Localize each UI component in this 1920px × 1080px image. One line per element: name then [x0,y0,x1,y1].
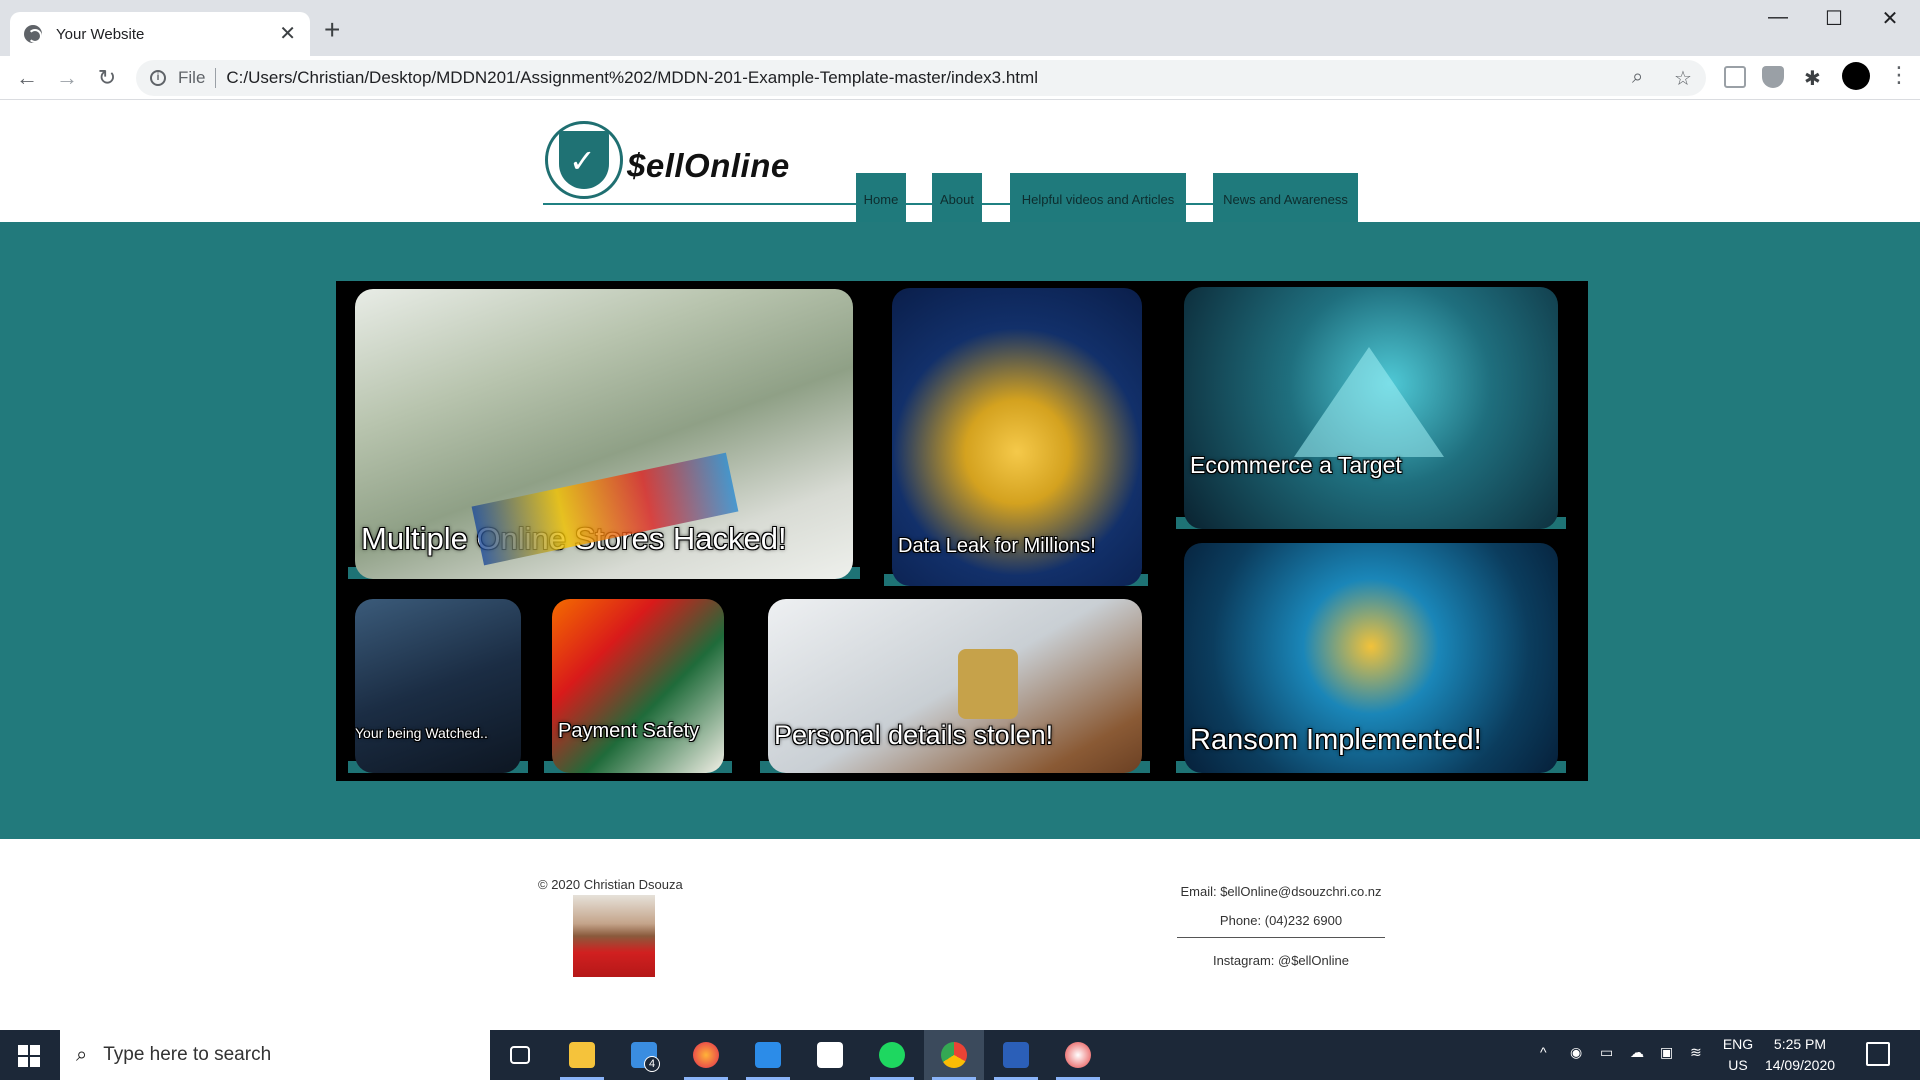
clock-date: 14/09/2020 [1764,1057,1836,1073]
contact-block: Email: $ellOnline@dsouzchri.co.nz Phone:… [1177,877,1385,975]
new-tab-button[interactable]: + [324,16,340,44]
site-footer: © 2020 Christian Dsouza Email: $ellOnlin… [0,839,1920,1030]
word-icon[interactable] [986,1030,1046,1080]
news-tile-stores-hacked[interactable]: Multiple Online Stores Hacked! [355,289,853,579]
onedrive-icon[interactable]: ☁ [1630,1044,1644,1061]
nav-about[interactable]: About [932,173,982,225]
site-header: ✓ $ellOnline Home About Helpful videos a… [0,101,1920,225]
maximize-button[interactable]: ☐ [1814,6,1854,31]
news-tile-data-leak[interactable]: Data Leak for Millions! [892,288,1142,586]
contact-email[interactable]: Email: $ellOnline@dsouzchri.co.nz [1177,877,1385,906]
shield-check-logo-icon[interactable]: ✓ [545,121,623,199]
browser-titlebar: Your Website ✕ + — ☐ ✕ [0,0,1920,56]
tile-caption: Ransom Implemented! [1190,724,1482,756]
file-explorer-icon[interactable] [552,1030,612,1080]
extension-shield-icon[interactable] [1762,66,1784,88]
chrome-icon[interactable] [924,1030,984,1080]
tile-caption: Data Leak for Millions! [898,535,1096,557]
address-separator [215,68,217,88]
news-tile-payment-safety[interactable]: Payment Safety [552,599,724,773]
logo-bar: ✓ $ellOnline Home About Helpful videos a… [543,121,1358,225]
search-placeholder: Type here to search [103,1044,272,1065]
file-scheme-label: File [178,68,206,87]
skype-icon[interactable]: ◉ [1570,1044,1582,1061]
mail-badge: 4 [644,1056,660,1072]
check-icon: ✓ [569,143,596,179]
tile-caption: Your being Watched.. [355,725,488,741]
news-tile-ecommerce-target[interactable]: Ecommerce a Target [1184,287,1558,529]
contact-divider [1177,937,1385,938]
bookmark-star-icon[interactable]: ☆ [1674,66,1692,91]
web-page: ✓ $ellOnline Home About Helpful videos a… [0,101,1920,1030]
monitor-icon[interactable]: ▣ [1660,1044,1673,1061]
firefox-icon[interactable] [676,1030,736,1080]
copyright-text: © 2020 Christian Dsouza [538,877,683,892]
url-text[interactable]: C:/Users/Christian/Desktop/MDDN201/Assig… [226,68,1038,88]
nav-news-awareness[interactable]: News and Awareness [1213,173,1358,225]
minimize-button[interactable]: — [1758,6,1798,29]
system-clock[interactable]: 5:25 PM 14/09/2020 [1760,1034,1840,1076]
news-tile-personal-details[interactable]: Personal details stolen! [768,599,1142,773]
paint-icon[interactable] [1048,1030,1108,1080]
globe-icon [24,25,42,43]
main-content-band: Multiple Online Stores Hacked! Data Leak… [0,222,1920,839]
back-button[interactable]: ← [12,64,42,92]
nav-home[interactable]: Home [856,173,906,225]
profile-avatar[interactable] [1842,62,1870,90]
vscode-icon[interactable] [738,1030,798,1080]
author-photo [573,895,655,977]
news-tile-ransom[interactable]: Ransom Implemented! [1184,543,1558,773]
tile-caption: Ecommerce a Target [1190,452,1402,478]
clock-time: 5:25 PM [1773,1036,1827,1052]
windows-start-icon[interactable] [18,1045,40,1067]
keyboard-layout: US [1728,1057,1748,1073]
info-icon[interactable]: i [150,70,166,86]
news-tile-being-watched[interactable]: Your being Watched.. [355,599,521,773]
tile-caption: Personal details stolen! [774,720,1054,750]
taskbar-search-box[interactable]: ⌕ Type here to search [60,1030,490,1080]
browser-toolbar: ← → ↻ i File C:/Users/Christian/Desktop/… [0,56,1920,100]
windows-taskbar: ⌕ Type here to search 4 ^ ◉ ▭ ☁ ▣ ≋ ENG … [0,1030,1920,1080]
contact-instagram[interactable]: Instagram: @$ellOnline [1177,946,1385,975]
browser-tab[interactable]: Your Website ✕ [10,12,310,56]
news-gallery: Multiple Online Stores Hacked! Data Leak… [336,281,1588,781]
language-code: ENG [1722,1036,1754,1052]
tile-caption: Multiple Online Stores Hacked! [361,521,787,556]
extensions-puzzle-icon[interactable]: ✱ [1804,66,1821,91]
zoom-icon[interactable]: ⌕ [1632,66,1643,89]
language-indicator[interactable]: ENG US [1718,1034,1758,1076]
notification-center-icon[interactable] [1866,1042,1890,1066]
search-icon: ⌕ [76,1043,88,1066]
menu-kebab-icon[interactable]: ⋮ [1888,62,1910,88]
forward-button[interactable]: → [52,64,82,92]
battery-icon[interactable]: ▭ [1600,1044,1613,1061]
mail-icon[interactable]: 4 [614,1030,674,1080]
reload-button[interactable]: ↻ [92,64,122,92]
nav-helpful-videos[interactable]: Helpful videos and Articles [1010,173,1186,225]
task-view-icon[interactable] [490,1030,550,1080]
spotify-icon[interactable] [862,1030,922,1080]
show-hidden-icons-icon[interactable]: ^ [1540,1044,1547,1060]
logo-text[interactable]: $ellOnline [627,147,790,185]
contact-phone: Phone: (04)232 6900 [1219,913,1343,928]
store-icon[interactable] [800,1030,860,1080]
wifi-icon[interactable]: ≋ [1690,1044,1702,1061]
address-bar[interactable]: i File C:/Users/Christian/Desktop/MDDN20… [136,60,1706,96]
close-tab-icon[interactable]: ✕ [279,24,296,44]
close-window-button[interactable]: ✕ [1870,6,1910,31]
extension-pocket-icon[interactable] [1724,66,1746,88]
tab-title: Your Website [56,25,145,43]
tile-caption: Payment Safety [558,720,700,742]
